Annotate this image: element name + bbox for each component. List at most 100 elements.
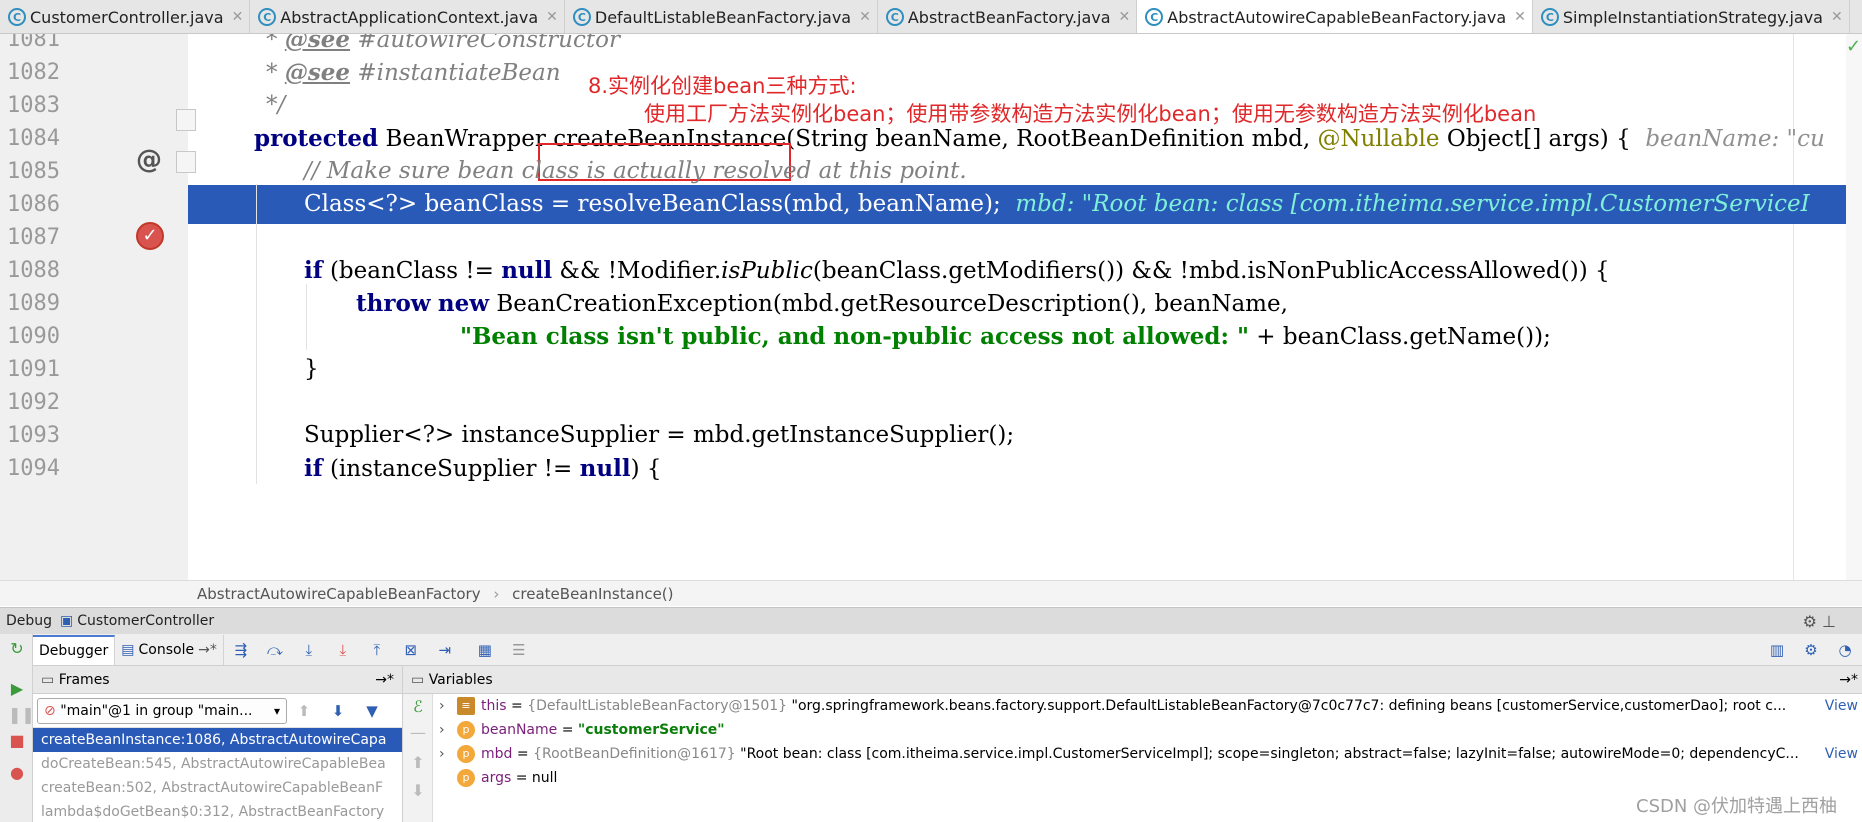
- inline-debug-hint: mbd: "Root bean: class [com.itheima.serv…: [1015, 191, 1810, 217]
- breadcrumb-method[interactable]: createBeanInstance(): [512, 585, 673, 603]
- editor-tab-bar: C CustomerController.java ✕ C AbstractAp…: [0, 0, 1862, 34]
- close-icon[interactable]: ✕: [1831, 9, 1843, 25]
- code-text: if (instanceSupplier != null) {: [304, 455, 662, 482]
- thread-select[interactable]: ⊘ "main"@1 in group "main... ▾: [37, 697, 287, 724]
- variable-row[interactable]: › ≡ this = {DefaultListableBeanFactory@150…: [439, 694, 1786, 718]
- close-icon[interactable]: ✕: [232, 9, 244, 25]
- indent-guide: [306, 284, 307, 350]
- code-line[interactable]: 1094 if (instanceSupplier != null) {: [0, 449, 1862, 488]
- tab-default-listable-bean-factory[interactable]: C DefaultListableBeanFactory.java ✕: [565, 0, 878, 33]
- run-to-cursor-icon[interactable]: ⇥: [434, 640, 456, 660]
- variables-header: ▭ Variables →*: [403, 666, 1862, 694]
- tab-simple-instantiation-strategy[interactable]: C SimpleInstantiationStrategy.java ✕: [1533, 0, 1850, 33]
- annotation-detail: 使用工厂方法实例化bean；使用带参数构造方法实例化bean；使用无参数构造方法…: [644, 102, 1537, 126]
- pin-icon[interactable]: →*: [1839, 666, 1858, 694]
- breadcrumb-separator: ›: [493, 585, 500, 603]
- gear-icon[interactable]: ⚙ ⊥: [1803, 608, 1836, 635]
- resume-icon[interactable]: ▶: [8, 680, 26, 698]
- debug-actions-rail: ↻ ▶ ❚❚ ■ ●: [0, 634, 35, 822]
- tab-console[interactable]: ▤ Console →*: [115, 634, 224, 665]
- chevron-down-icon: ▾: [273, 703, 280, 718]
- variable-row[interactable]: p args = null: [439, 766, 557, 790]
- pause-icon[interactable]: ❚❚: [8, 706, 35, 724]
- tab-label: SimpleInstantiationStrategy.java: [1562, 7, 1823, 27]
- settings-icon[interactable]: ⚙: [1800, 640, 1822, 660]
- expand-icon[interactable]: ›: [439, 694, 457, 718]
- frame-row[interactable]: lambda$doGetBean$0:312, AbstractBeanFact…: [33, 800, 402, 822]
- frames-header: ▭ Frames →*: [33, 666, 402, 694]
- step-over-icon[interactable]: ⤼: [264, 640, 286, 660]
- variables-icon: ▭: [411, 672, 425, 688]
- force-step-into-icon[interactable]: ⤓: [332, 640, 354, 660]
- stop-icon[interactable]: ■: [8, 732, 26, 750]
- expand-icon[interactable]: ›: [439, 742, 457, 766]
- variable-row[interactable]: › p beanName = "customerService": [439, 718, 725, 742]
- frame-row[interactable]: doCreateBean:545, AbstractAutowireCapabl…: [33, 752, 402, 776]
- java-class-icon: C: [1145, 8, 1164, 26]
- frames-pane: ▭ Frames →* ⊘ "main"@1 in group "main...…: [33, 666, 403, 822]
- close-icon[interactable]: ✕: [859, 9, 871, 25]
- frame-up-icon[interactable]: ⬆: [293, 701, 315, 721]
- java-class-icon: C: [572, 8, 591, 26]
- java-class-icon: C: [258, 8, 277, 26]
- inspection-ok-icon: ✓: [1846, 36, 1862, 57]
- tab-label: AbstractBeanFactory.java: [907, 7, 1111, 27]
- frame-row[interactable]: createBeanInstance:1086, AbstractAutowir…: [33, 728, 402, 752]
- inline-debug-hint: beanName: "cu: [1645, 126, 1825, 152]
- view-breakpoints-icon[interactable]: ●: [8, 764, 26, 782]
- variables-rail: ℰ — ⬆ ⬇: [403, 694, 433, 822]
- line-number: 1094: [7, 456, 60, 481]
- tab-abstract-application-context[interactable]: C AbstractApplicationContext.java ✕: [250, 0, 565, 33]
- console-icon: ▤: [121, 641, 135, 658]
- close-icon[interactable]: ✕: [546, 9, 558, 25]
- tab-abstract-bean-factory[interactable]: C AbstractBeanFactory.java ✕: [878, 0, 1138, 33]
- tab-label: DefaultListableBeanFactory.java: [594, 7, 852, 27]
- view-link[interactable]: View: [1825, 742, 1858, 766]
- move-down-icon[interactable]: ⬇: [409, 782, 427, 800]
- drop-frame-icon[interactable]: ⊠: [400, 640, 422, 660]
- frame-down-icon[interactable]: ⬇: [327, 701, 349, 721]
- debug-title: Debug: [6, 612, 53, 629]
- close-icon[interactable]: ✕: [1514, 9, 1526, 25]
- step-into-icon[interactable]: ⤓: [298, 640, 320, 660]
- variable-row[interactable]: › p mbd = {RootBeanDefinition@1617} "Root …: [439, 742, 1799, 766]
- restore-layout-icon[interactable]: ◔: [1834, 640, 1856, 660]
- trace-icon[interactable]: ☰: [508, 640, 530, 660]
- breadcrumb: AbstractAutowireCapableBeanFactory › cre…: [0, 580, 1862, 606]
- evaluate-expression-icon[interactable]: ▦: [474, 640, 496, 660]
- rerun-icon[interactable]: ↻: [8, 640, 26, 658]
- tab-customer-controller[interactable]: C CustomerController.java ✕: [0, 0, 251, 33]
- watermark: CSDN @伏加特遇上西柚: [1636, 796, 1838, 817]
- remove-watch-icon[interactable]: —: [409, 724, 427, 742]
- layout-icon[interactable]: ▥: [1766, 640, 1788, 660]
- editor-scrollbar[interactable]: [1846, 34, 1862, 580]
- debugger-toolbar: Debugger ▤ Console →* ⇶ ⤼ ⤓ ⤓ ⤒ ⊠ ⇥ ▦ ☰ ▥ …: [0, 634, 1862, 666]
- close-icon[interactable]: ✕: [1119, 9, 1131, 25]
- expand-icon[interactable]: ›: [439, 718, 457, 742]
- code-editor[interactable]: 1081 * @see #autowireConstructor 1082 * …: [0, 34, 1862, 580]
- breadcrumb-class[interactable]: AbstractAutowireCapableBeanFactory: [197, 585, 481, 603]
- move-up-icon[interactable]: ⬆: [409, 754, 427, 772]
- tab-label: CustomerController.java: [30, 7, 224, 27]
- annotation-title: 8.实例化创建bean三种方式:: [588, 74, 857, 98]
- thread-row: ⊘ "main"@1 in group "main... ▾ ⬆ ⬇ ▼: [33, 694, 402, 728]
- filter-icon[interactable]: ▼: [361, 701, 383, 721]
- field-icon: ≡: [457, 697, 475, 715]
- run-config-icon: ▣: [60, 612, 74, 629]
- parameter-icon: p: [457, 745, 475, 763]
- parameter-icon: p: [457, 721, 475, 739]
- view-link[interactable]: View: [1825, 694, 1858, 718]
- evaluate-icon[interactable]: ℰ: [409, 698, 427, 716]
- show-execution-point-icon[interactable]: ⇶: [230, 640, 252, 660]
- step-out-icon[interactable]: ⤒: [366, 640, 388, 660]
- thread-icon: ⊘: [44, 702, 56, 719]
- tab-label: AbstractApplicationContext.java: [280, 7, 539, 27]
- tab-debugger[interactable]: Debugger: [33, 634, 116, 665]
- frame-row[interactable]: createBean:502, AbstractAutowireCapableB…: [33, 776, 402, 800]
- pin-icon[interactable]: →*: [375, 666, 394, 694]
- debug-tool-window-header: Debug ▣ CustomerController ⚙ ⊥: [0, 607, 1862, 634]
- run-config-name[interactable]: CustomerController: [77, 608, 214, 635]
- frames-icon: ▭: [41, 672, 55, 688]
- tab-abstract-autowire-capable-bean-factory[interactable]: C AbstractAutowireCapableBeanFactory.jav…: [1137, 0, 1533, 33]
- indent-guide: [256, 184, 257, 484]
